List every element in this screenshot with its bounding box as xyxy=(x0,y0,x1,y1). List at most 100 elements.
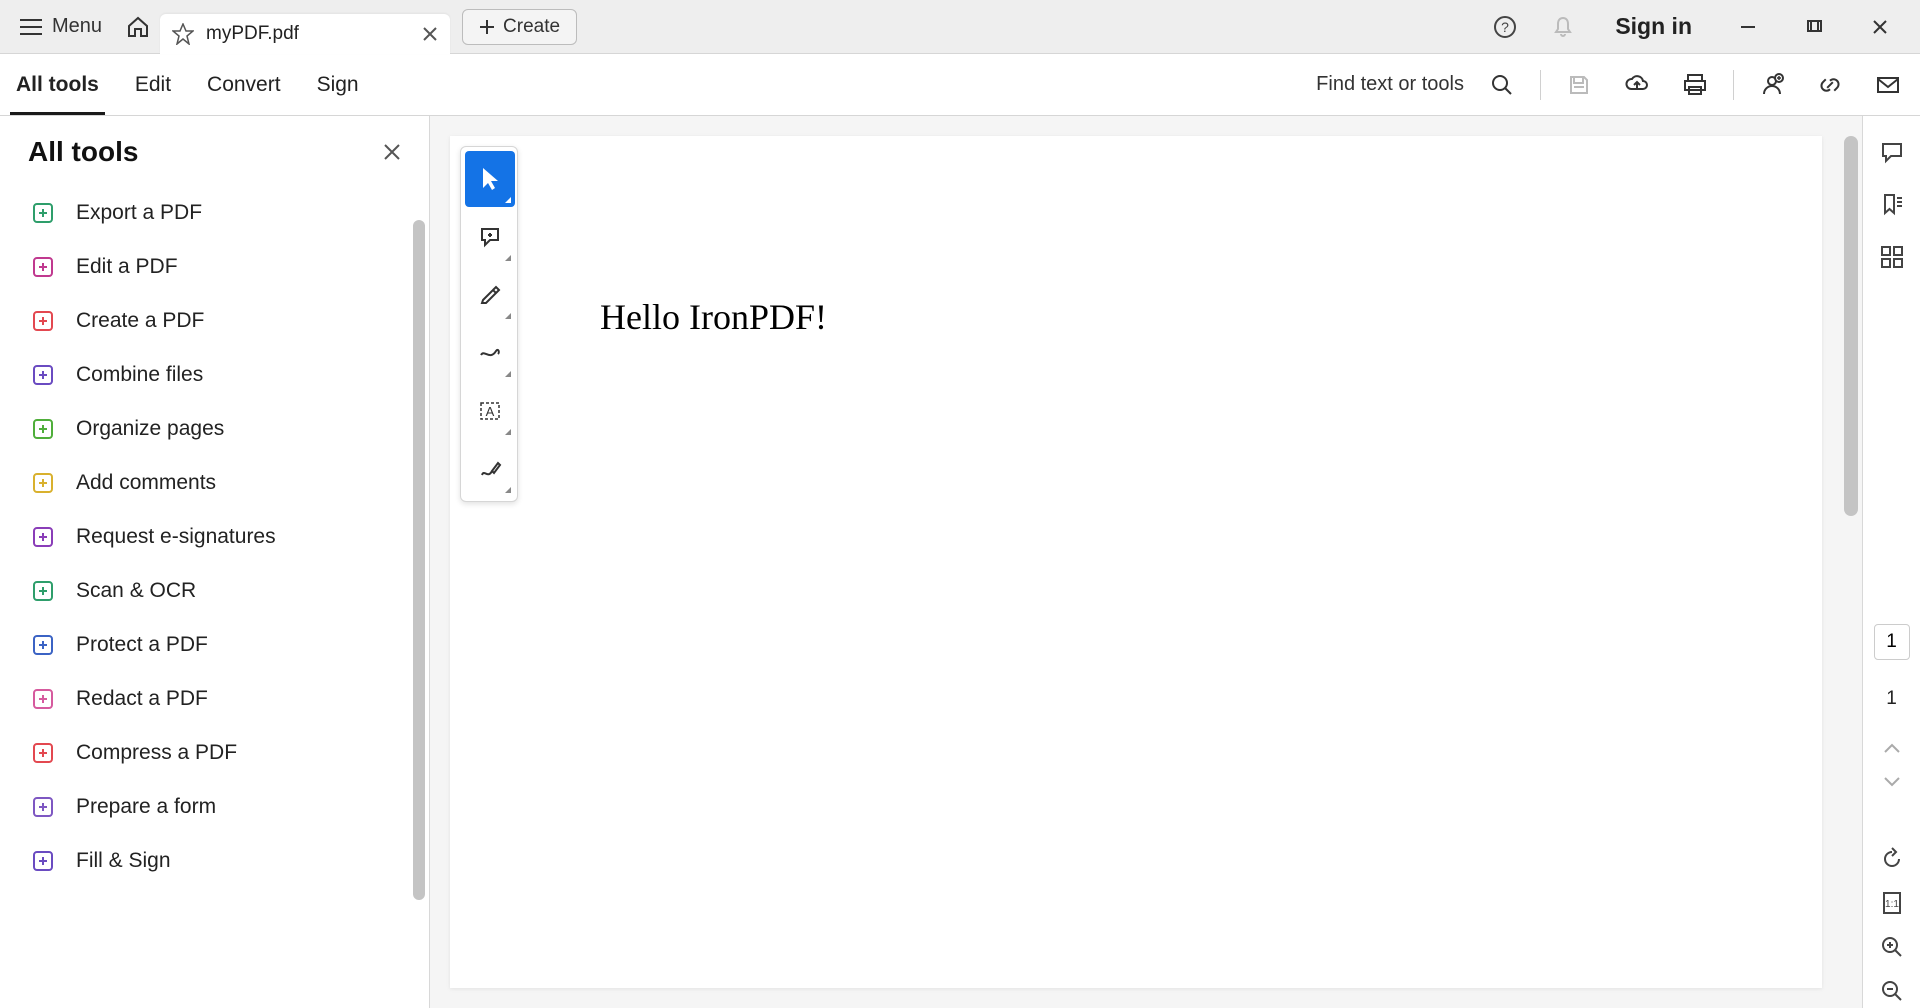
nav-sign[interactable]: Sign xyxy=(313,54,363,115)
comment-icon xyxy=(30,470,56,496)
save-button[interactable] xyxy=(1559,65,1599,105)
maximize-icon xyxy=(1806,19,1822,35)
tool-row[interactable]: Export a PDF xyxy=(0,186,429,240)
tool-label: Add comments xyxy=(76,471,216,495)
sign-tool-button[interactable] xyxy=(465,441,515,497)
svg-text:?: ? xyxy=(1501,19,1509,35)
bookmark-list-icon xyxy=(1879,192,1905,218)
tool-row[interactable]: Scan & OCR xyxy=(0,564,429,618)
right-rail: 1 1 1:1 xyxy=(1862,116,1920,1008)
window-maximize-button[interactable] xyxy=(1790,7,1838,47)
tool-row[interactable]: Request e-signatures xyxy=(0,510,429,564)
secondary-nav: All tools Edit Convert Sign xyxy=(12,54,363,115)
document-tab[interactable]: myPDF.pdf xyxy=(160,14,450,54)
plus-icon xyxy=(479,19,495,35)
svg-text:A: A xyxy=(486,404,495,419)
redact-icon xyxy=(30,686,56,712)
tool-row[interactable]: Create a PDF xyxy=(0,294,429,348)
speech-bubble-icon xyxy=(478,225,502,249)
window-minimize-button[interactable] xyxy=(1724,7,1772,47)
speech-bubble-icon xyxy=(1879,140,1905,166)
menu-button[interactable]: Menu xyxy=(6,0,116,53)
share-button[interactable] xyxy=(1752,65,1792,105)
fit-page-icon: 1:1 xyxy=(1879,890,1905,916)
rotate-button[interactable] xyxy=(1877,844,1907,874)
page-up-button[interactable] xyxy=(1883,742,1901,754)
bookmarks-pane-button[interactable] xyxy=(1877,190,1907,220)
esign-icon xyxy=(30,524,56,550)
panel-header: All tools xyxy=(0,116,429,180)
create-button[interactable]: Create xyxy=(462,9,577,45)
minimize-icon xyxy=(1740,19,1756,35)
tool-row[interactable]: Prepare a form xyxy=(0,780,429,834)
help-button[interactable]: ? xyxy=(1485,7,1525,47)
scrollbar[interactable] xyxy=(413,220,425,900)
zoom-out-button[interactable] xyxy=(1877,976,1907,1006)
thumbnails-pane-button[interactable] xyxy=(1877,242,1907,272)
link-button[interactable] xyxy=(1810,65,1850,105)
find-label: Find text or tools xyxy=(1316,73,1464,96)
comments-pane-button[interactable] xyxy=(1877,138,1907,168)
tool-label: Protect a PDF xyxy=(76,633,208,657)
secondary-right: Find text or tools xyxy=(1316,65,1908,105)
home-icon xyxy=(126,15,150,39)
sign-in-button[interactable]: Sign in xyxy=(1601,13,1706,40)
tool-row[interactable]: Protect a PDF xyxy=(0,618,429,672)
create-pdf-icon xyxy=(30,308,56,334)
tool-label: Organize pages xyxy=(76,417,224,441)
nav-all-tools[interactable]: All tools xyxy=(12,54,103,115)
window-close-button[interactable] xyxy=(1856,7,1904,47)
document-page: Hello IronPDF! xyxy=(450,136,1822,988)
scrollbar[interactable] xyxy=(1844,136,1858,516)
svg-text:1:1: 1:1 xyxy=(1885,899,1899,910)
tool-row[interactable]: Organize pages xyxy=(0,402,429,456)
nav-edit[interactable]: Edit xyxy=(131,54,175,115)
secondary-toolbar: All tools Edit Convert Sign Find text or… xyxy=(0,54,1920,116)
tab-close-button[interactable] xyxy=(422,26,438,42)
separator xyxy=(1540,70,1541,100)
close-icon xyxy=(383,143,401,161)
highlight-tool-button[interactable] xyxy=(465,267,515,323)
tool-row[interactable]: Compress a PDF xyxy=(0,726,429,780)
draw-tool-button[interactable] xyxy=(465,325,515,381)
titlebar-right: ? Sign in xyxy=(1485,7,1914,47)
tool-label: Fill & Sign xyxy=(76,849,171,873)
tool-row[interactable]: Edit a PDF xyxy=(0,240,429,294)
pen-sign-icon xyxy=(478,457,502,481)
compress-icon xyxy=(30,740,56,766)
tool-label: Request e-signatures xyxy=(76,525,276,549)
panel-close-button[interactable] xyxy=(383,143,401,161)
notifications-button[interactable] xyxy=(1543,7,1583,47)
help-icon: ? xyxy=(1493,15,1517,39)
fit-page-button[interactable]: 1:1 xyxy=(1877,888,1907,918)
bell-icon xyxy=(1551,15,1575,39)
grid-icon xyxy=(1879,244,1905,270)
upload-button[interactable] xyxy=(1617,65,1657,105)
form-icon xyxy=(30,794,56,820)
page-number-input[interactable]: 1 xyxy=(1874,624,1910,660)
zoom-in-icon xyxy=(1879,934,1905,960)
zoom-in-button[interactable] xyxy=(1877,932,1907,962)
tool-row[interactable]: Redact a PDF xyxy=(0,672,429,726)
select-tool-button[interactable] xyxy=(465,151,515,207)
home-button[interactable] xyxy=(116,7,160,47)
tool-row[interactable]: Combine files xyxy=(0,348,429,402)
comment-tool-button[interactable] xyxy=(465,209,515,265)
search-icon xyxy=(1490,73,1514,97)
zoom-controls: 1:1 xyxy=(1877,844,1907,1006)
tool-row[interactable]: Add comments xyxy=(0,456,429,510)
print-button[interactable] xyxy=(1675,65,1715,105)
titlebar: Menu myPDF.pdf Create ? Sign in xyxy=(0,0,1920,54)
organize-icon xyxy=(30,416,56,442)
star-outline-icon xyxy=(172,23,194,45)
cursor-icon xyxy=(479,166,501,192)
tool-label: Create a PDF xyxy=(76,309,204,333)
tool-row[interactable]: Fill & Sign xyxy=(0,834,429,888)
save-icon xyxy=(1567,73,1591,97)
share-person-icon xyxy=(1759,72,1785,98)
email-button[interactable] xyxy=(1868,65,1908,105)
textbox-tool-button[interactable]: A xyxy=(465,383,515,439)
nav-convert[interactable]: Convert xyxy=(203,54,285,115)
search-button[interactable] xyxy=(1482,65,1522,105)
page-down-button[interactable] xyxy=(1883,776,1901,788)
